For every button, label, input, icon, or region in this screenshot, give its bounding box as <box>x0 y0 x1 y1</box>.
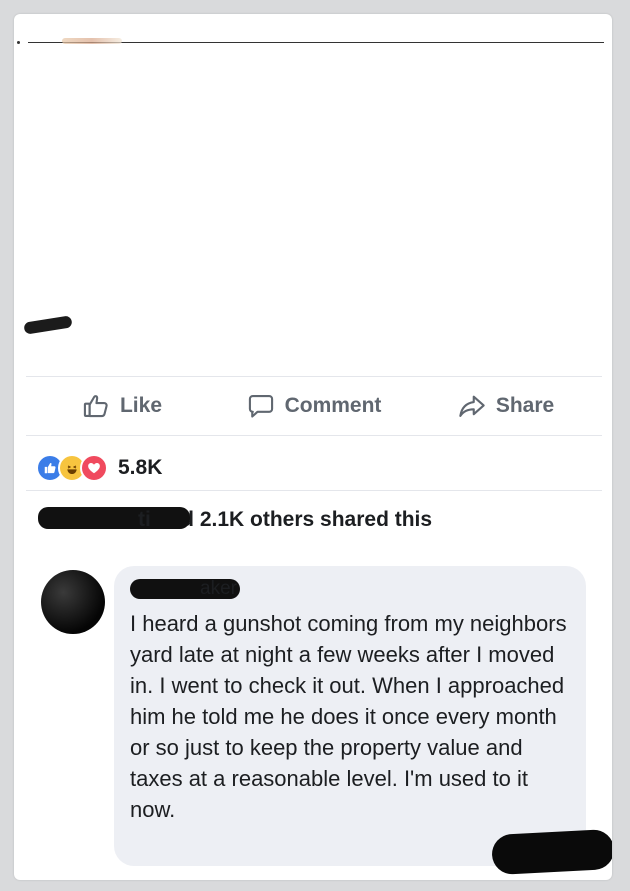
share-label: Share <box>495 394 555 417</box>
redaction-scribble <box>23 315 73 335</box>
share-button[interactable]: Share <box>410 392 602 420</box>
comment-author[interactable]: aker <box>130 578 240 600</box>
like-button[interactable]: Like <box>26 392 218 420</box>
comment-label: Comment <box>284 394 382 417</box>
redaction-scribble <box>38 507 190 530</box>
redaction-scribble <box>62 38 122 44</box>
comment-text: I heard a gunshot coming from my neighbo… <box>130 611 567 822</box>
comment-button[interactable]: Comment <box>218 392 410 420</box>
shares-text: and 2.1K others shared this <box>150 508 433 531</box>
reaction-count: 5.8K <box>118 456 163 479</box>
shares-summary[interactable]: ti and 2.1K others shared this <box>38 507 433 532</box>
post-action-bar: Like Comment Share <box>26 376 602 436</box>
thumbs-up-icon <box>83 395 108 418</box>
reactions-summary[interactable]: 5.8K <box>36 454 162 482</box>
sharer-name-visible: ti <box>138 508 151 531</box>
divider <box>26 490 602 491</box>
redaction-scribble <box>491 828 612 876</box>
like-label: Like <box>119 394 163 417</box>
comment-bubble-icon <box>248 395 273 418</box>
top-dot <box>17 41 20 44</box>
share-arrow-icon <box>459 395 485 417</box>
avatar[interactable] <box>41 570 105 634</box>
post-card: Like Comment Share 5.8K ti and 2.1K othe <box>14 14 612 880</box>
comment-bubble: aker I heard a gunshot coming from my ne… <box>114 566 586 866</box>
love-reaction-icon <box>80 454 108 482</box>
comment-author-visible: aker <box>200 578 237 599</box>
